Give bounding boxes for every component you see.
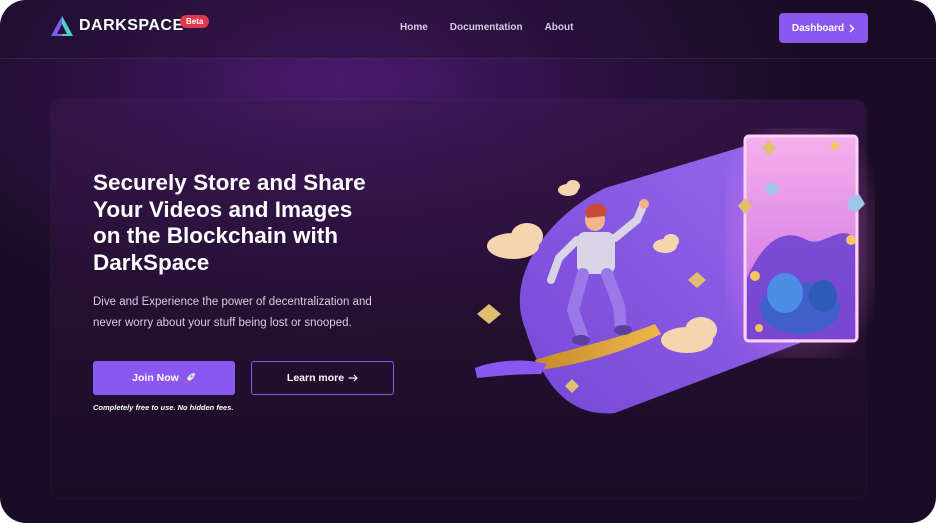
headline-line: DarkSpace bbox=[93, 249, 210, 275]
dashboard-button-label: Dashboard bbox=[791, 22, 845, 34]
join-now-label: Join Now bbox=[132, 372, 179, 384]
headline-line: on the Blockchain with bbox=[93, 223, 339, 248]
free-note: Completely free to use. No hidden fees. bbox=[93, 403, 234, 412]
join-now-button[interactable]: Join Now bbox=[93, 361, 235, 395]
hero-illustration bbox=[475, 128, 875, 414]
beta-badge: Beta bbox=[180, 15, 210, 28]
nav-links: Home Documentation About bbox=[400, 22, 573, 33]
top-navbar: DARKSPACE Beta Home Documentation About … bbox=[0, 0, 936, 59]
subtext-line: never worry about your stuff being lost … bbox=[93, 317, 352, 329]
subtext-line: Dive and Experience the power of decentr… bbox=[93, 296, 372, 308]
dashboard-button[interactable]: Dashboard bbox=[779, 13, 868, 43]
arrow-right-icon bbox=[348, 374, 358, 382]
nav-link-about[interactable]: About bbox=[545, 22, 574, 33]
learn-more-label: Learn more bbox=[286, 372, 345, 384]
rocket-icon bbox=[184, 373, 195, 383]
chevron-right-icon bbox=[849, 24, 855, 32]
app-window: DARKSPACE Beta Home Documentation About … bbox=[0, 0, 936, 523]
brand-name: DARKSPACE bbox=[79, 17, 184, 34]
brand-logo[interactable]: DARKSPACE bbox=[50, 14, 184, 38]
nav-link-documentation[interactable]: Documentation bbox=[450, 22, 523, 33]
triangle-logo-icon bbox=[51, 16, 73, 36]
hero-headline: Securely Store and Share Your Videos and… bbox=[93, 170, 393, 276]
headline-line: Securely Store and Share bbox=[93, 170, 366, 195]
learn-more-button[interactable]: Learn more bbox=[251, 361, 394, 395]
headline-line: Your Videos and Images bbox=[93, 196, 353, 222]
hero-subtext: Dive and Experience the power of decentr… bbox=[93, 292, 393, 334]
nav-link-home[interactable]: Home bbox=[400, 22, 428, 33]
